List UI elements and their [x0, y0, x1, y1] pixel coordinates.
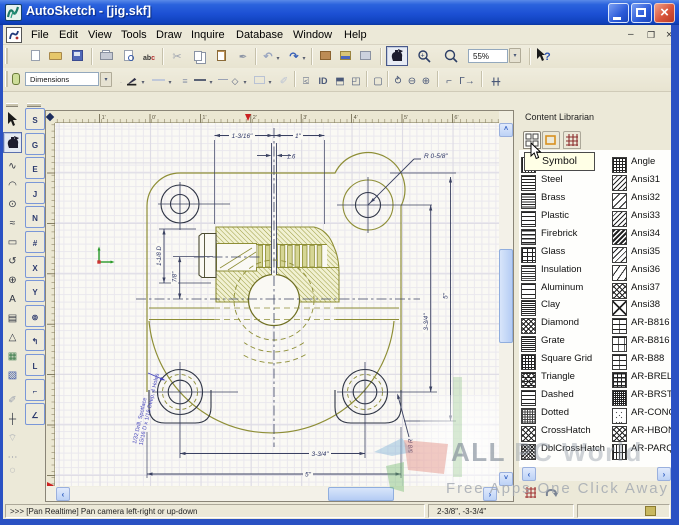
svg-text:3-3/4": 3-3/4" — [423, 313, 430, 331]
svg-text:1': 1' — [102, 115, 106, 121]
svg-text:7/8": 7/8" — [173, 271, 179, 282]
svg-text:1-3/16": 1-3/16" — [232, 133, 253, 140]
svg-text:4': 4' — [354, 115, 358, 121]
svg-text:3': 3' — [303, 115, 307, 121]
svg-text:5": 5" — [305, 472, 312, 479]
svg-text:5': 5' — [404, 115, 408, 121]
svg-text:1.6: 1.6 — [287, 155, 296, 161]
svg-text:R 0-5/8": R 0-5/8" — [424, 153, 448, 160]
svg-text:?: ? — [544, 51, 551, 63]
svg-text:5": 5" — [443, 292, 450, 299]
svg-text:1': 1' — [202, 115, 206, 121]
svg-text:+: + — [421, 52, 425, 59]
svg-text:1-1/8 D: 1-1/8 D — [157, 246, 163, 266]
svg-text:6': 6' — [454, 115, 458, 121]
svg-text:1": 1" — [295, 133, 302, 140]
svg-text:0': 0' — [152, 115, 156, 121]
svg-text:3-3/4": 3-3/4" — [311, 451, 329, 458]
svg-text:2': 2' — [253, 115, 257, 121]
